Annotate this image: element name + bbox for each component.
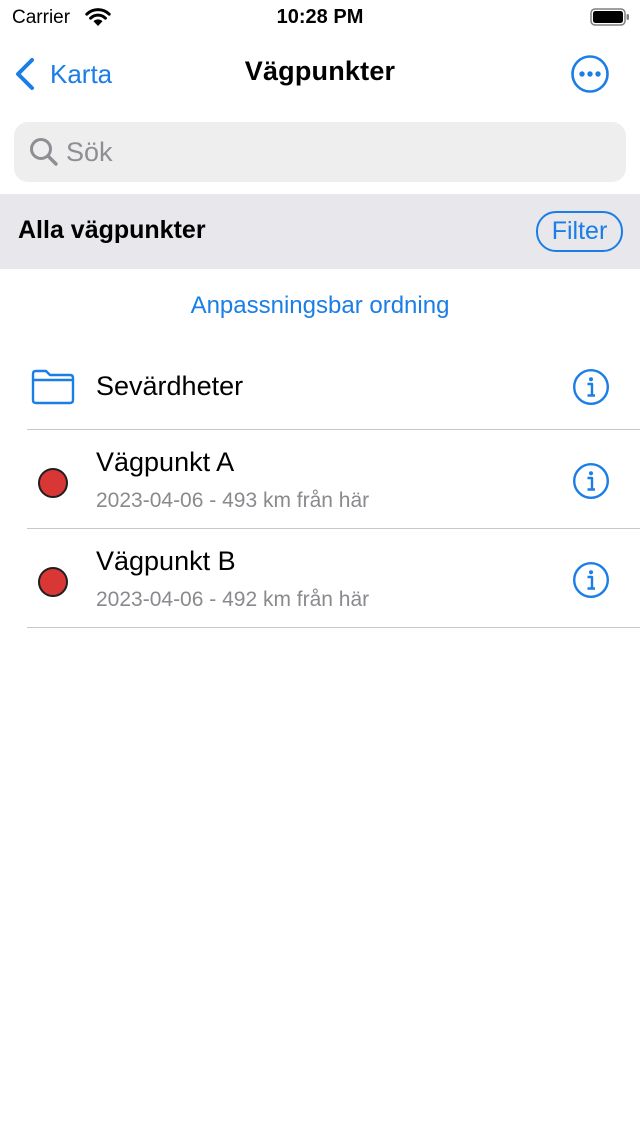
waypoint-title: Vägpunkt B: [96, 546, 236, 576]
info-icon[interactable]: [572, 561, 610, 599]
folder-icon: [31, 369, 75, 405]
status-bar: Carrier 10:28 PM: [0, 0, 640, 40]
row-divider: [27, 627, 640, 628]
section-title: Alla vägpunkter: [18, 216, 206, 244]
list-item-folder[interactable]: Sevärdheter: [0, 338, 640, 430]
screen: Carrier 10:28 PM Karta Vägpunkter Sök Al…: [0, 0, 640, 1136]
folder-title: Sevärdheter: [96, 371, 244, 401]
waypoint-subtitle: 2023-04-06 - 493 km från här: [96, 489, 370, 512]
search-icon: [30, 138, 58, 166]
red-dot-icon: [38, 468, 68, 498]
waypoint-subtitle: 2023-04-06 - 492 km från här: [96, 588, 370, 611]
clock: 10:28 PM: [276, 6, 364, 28]
list-item-waypoint[interactable]: Vägpunkt A 2023-04-06 - 493 km från här: [0, 430, 640, 529]
info-icon[interactable]: [572, 462, 610, 500]
ellipsis-circle-icon[interactable]: [570, 54, 610, 94]
list-item-waypoint[interactable]: Vägpunkt B 2023-04-06 - 492 km från här: [0, 529, 640, 628]
battery-icon: [590, 8, 629, 26]
nav-bar: Karta Vägpunkter: [0, 40, 640, 110]
info-icon[interactable]: [572, 368, 610, 406]
sort-order-link[interactable]: Anpassningsbar ordning: [0, 292, 640, 320]
search-bar[interactable]: [14, 122, 626, 182]
filter-button[interactable]: Filter: [536, 211, 623, 252]
section-header: Alla vägpunkter Filter: [0, 194, 640, 269]
waypoint-title: Vägpunkt A: [96, 447, 235, 477]
page-title: Vägpunkter: [244, 56, 396, 86]
red-dot-icon: [38, 567, 68, 597]
search-input[interactable]: [66, 130, 606, 174]
